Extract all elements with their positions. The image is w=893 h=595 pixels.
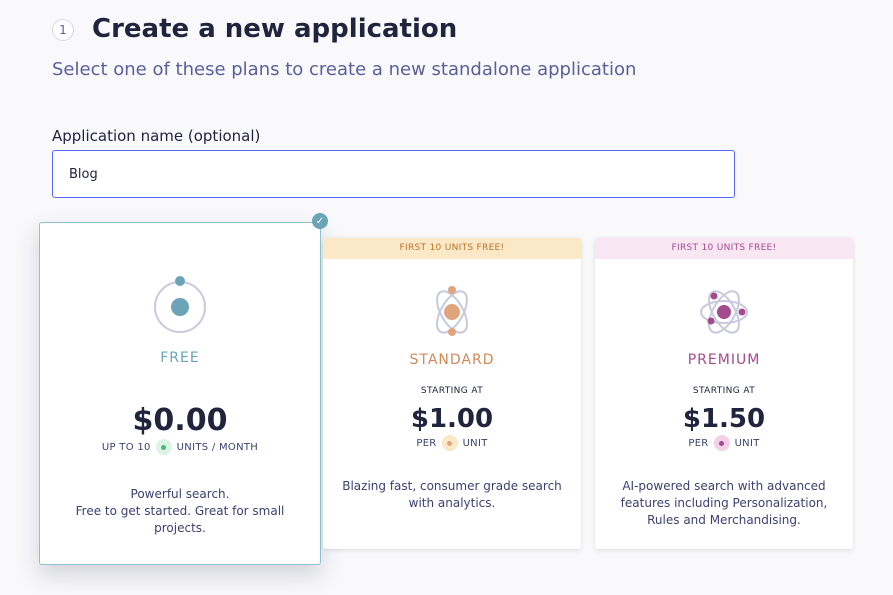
plan-card-premium[interactable]: FIRST 10 UNITS FREE! PREMIUM STARTING AT… [595, 238, 853, 549]
orbit-icon [154, 276, 206, 333]
plan-description: AI-powered search with advanced features… [620, 479, 828, 527]
starting-at-label: STARTING AT [420, 386, 484, 396]
unit-prefix: PER [688, 437, 709, 449]
unit-dot-icon [441, 435, 458, 451]
plan-description: Powerful search. Free to get started. Gr… [54, 486, 306, 537]
atom-icon [700, 290, 748, 334]
unit-line: PER UNIT [323, 435, 581, 451]
plan-price: $1.00 [410, 404, 494, 434]
unit-suffix: UNIT [734, 437, 760, 449]
plan-card-standard[interactable]: FIRST 10 UNITS FREE! STANDARD STARTING A… [323, 238, 581, 549]
unit-prefix: PER [416, 437, 437, 449]
plan-name: FREE [160, 350, 200, 366]
unit-dot-icon [713, 435, 730, 451]
plan-card-free[interactable]: FREE $0.00 UP TO 10 UNITS / MONTH Powerf… [39, 222, 321, 565]
unit-line: UP TO 10 UNITS / MONTH [40, 439, 320, 455]
unit-dot-icon [155, 439, 172, 455]
plan-price: $0.00 [132, 403, 228, 438]
plan-name: STANDARD [409, 352, 495, 368]
plan-description: Blazing fast, consumer grade search with… [342, 479, 562, 510]
plan-description-line: Free to get started. Great for small pro… [75, 504, 285, 535]
starting-at-label: STARTING AT [692, 386, 756, 396]
page-subtitle: Select one of these plans to create a ne… [52, 59, 637, 80]
plan-description-line: Powerful search. [130, 487, 230, 501]
check-icon: ✓ [312, 213, 328, 229]
unit-suffix: UNITS / MONTH [176, 441, 259, 453]
page-title: Create a new application [92, 14, 458, 44]
free-units-ribbon: FIRST 10 UNITS FREE! [323, 238, 581, 259]
free-units-ribbon: FIRST 10 UNITS FREE! [595, 238, 853, 259]
unit-suffix: UNIT [462, 437, 488, 449]
step-number-badge: 1 [52, 19, 74, 41]
application-name-label: Application name (optional) [52, 127, 261, 145]
application-name-input[interactable] [52, 150, 735, 198]
plan-name: PREMIUM [687, 352, 761, 368]
plan-price: $1.50 [682, 404, 766, 434]
atom-icon [436, 286, 468, 336]
unit-line: PER UNIT [595, 435, 853, 451]
unit-prefix: UP TO 10 [101, 441, 151, 453]
